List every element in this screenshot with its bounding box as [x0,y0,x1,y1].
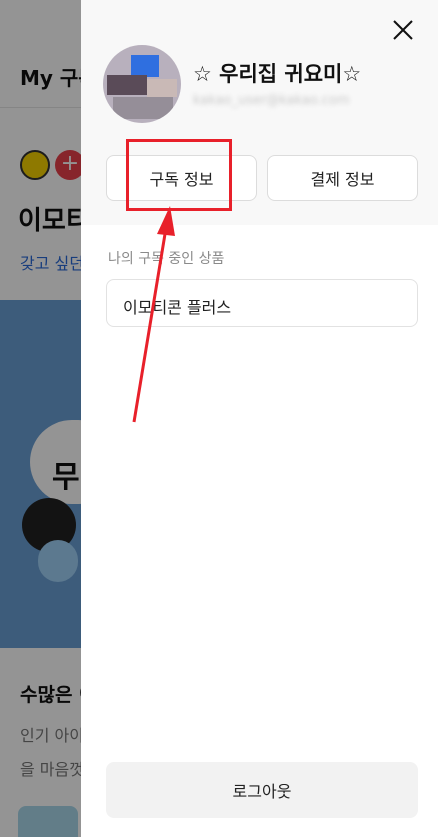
avatar [103,45,181,123]
tab-payment-info[interactable]: 결제 정보 [267,155,418,201]
subscribed-product-card[interactable]: 이모티콘 플러스 [106,279,418,327]
tab-subscription-info[interactable]: 구독 정보 [106,155,257,201]
logout-button[interactable]: 로그아웃 [106,762,418,818]
profile-name: ☆ 우리집 귀요미☆ [193,62,362,86]
profile-email: kakao_user@kakao.com [193,93,350,108]
section-label: 나의 구독 중인 상품 [108,251,225,267]
close-button[interactable] [391,18,415,42]
account-drawer: ☆ 우리집 귀요미☆ kakao_user@kakao.com 구독 정보 결제… [81,0,438,837]
close-icon [393,20,413,40]
product-name: 이모티콘 플러스 [123,298,232,317]
